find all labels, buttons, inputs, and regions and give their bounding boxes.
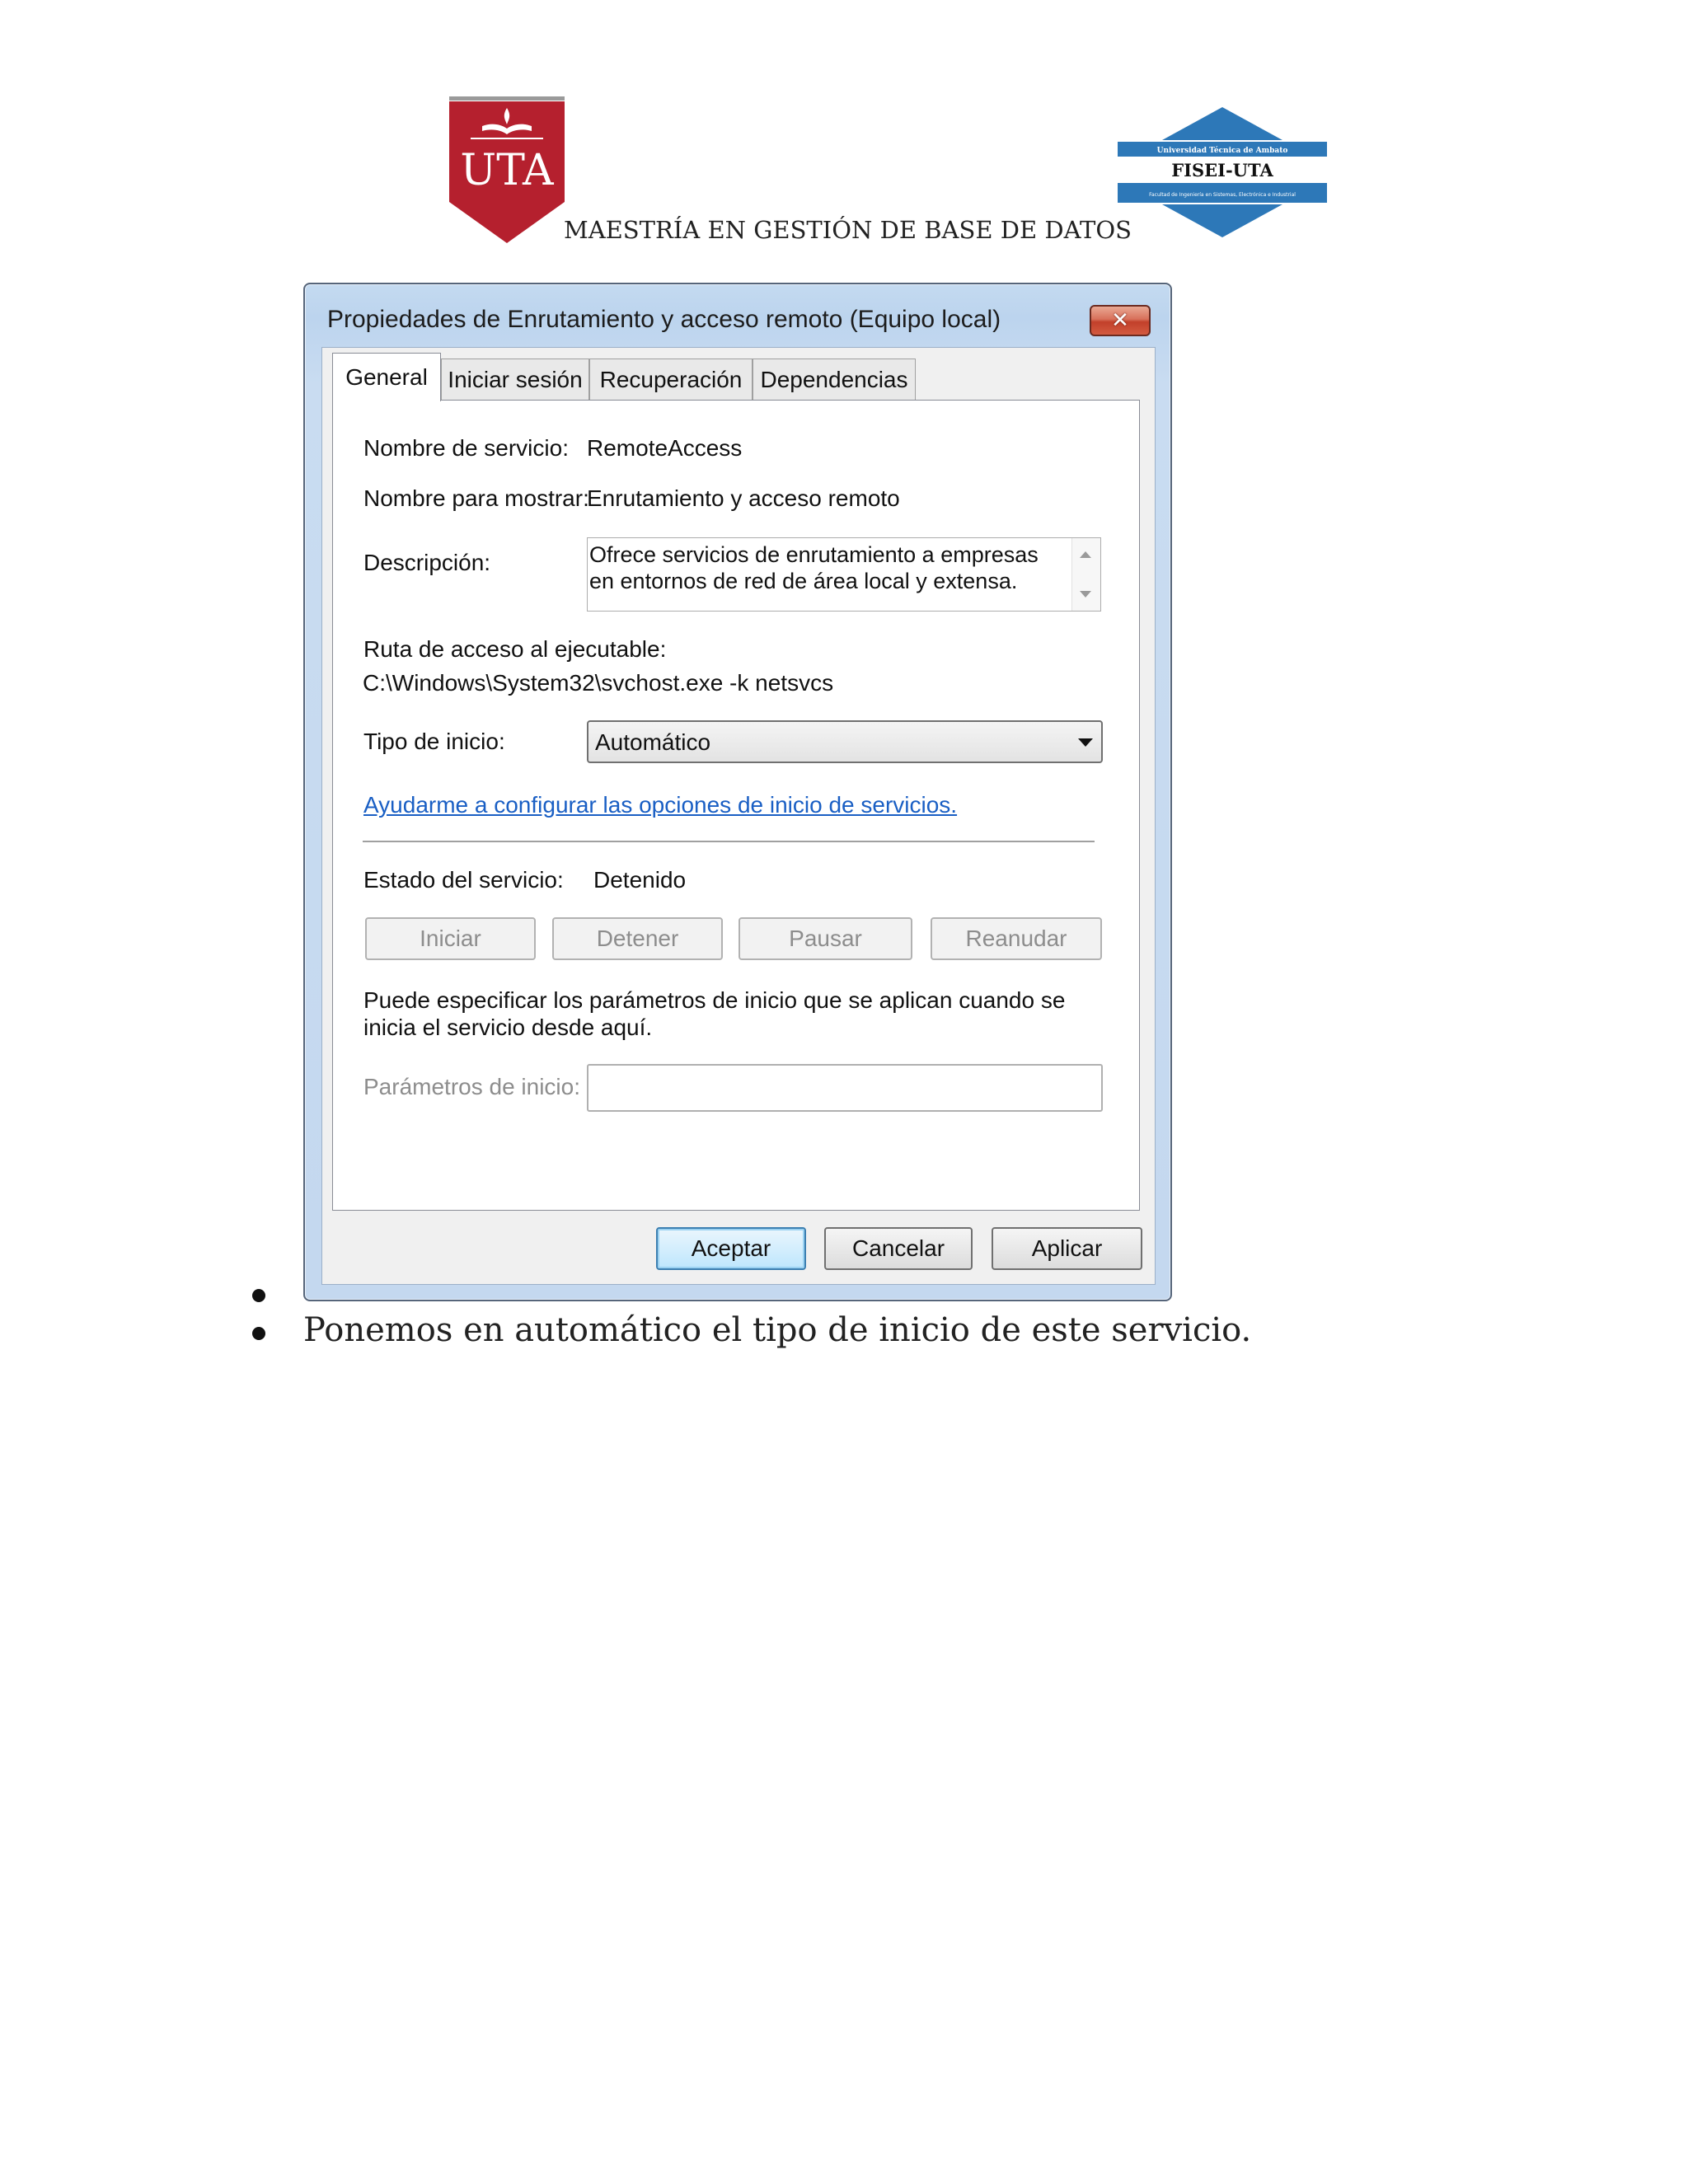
cancel-button[interactable]: Cancelar (824, 1227, 973, 1270)
description-scrollbar[interactable] (1071, 538, 1100, 611)
service-name-value: RemoteAccess (587, 435, 743, 461)
dropdown-arrow-icon (1078, 738, 1093, 747)
fisei-logo-line3: Facultad de Ingeniería en Sistemas, Elec… (1149, 192, 1296, 198)
scroll-up-icon[interactable] (1080, 551, 1091, 558)
description-label: Descripción: (363, 550, 491, 575)
apply-button[interactable]: Aplicar (992, 1227, 1142, 1270)
startup-type-value: Automático (595, 729, 711, 755)
fisei-logo-line1: Universidad Técnica de Ambato (1157, 146, 1288, 155)
document-header-caption: MAESTRÍA EN GESTIÓN DE BASE DE DATOS (564, 216, 1132, 244)
service-name-label: Nombre de servicio: (363, 435, 569, 461)
separator (363, 841, 1095, 843)
display-name-value: Enrutamiento y acceso remoto (587, 485, 900, 511)
bullet-marker (252, 1327, 265, 1340)
scroll-down-icon[interactable] (1080, 591, 1091, 598)
exe-path-label: Ruta de acceso al ejecutable: (363, 636, 667, 662)
service-status-label: Estado del servicio: (363, 867, 564, 893)
start-service-button[interactable]: Iniciar (365, 917, 536, 960)
uta-logo: UTA (449, 96, 565, 243)
description-box[interactable]: Ofrece servicios de enrutamiento a empre… (587, 537, 1101, 612)
fisei-uta-logo: Universidad Técnica de Ambato FISEI-UTA … (1118, 107, 1327, 237)
close-icon: ✕ (1111, 308, 1129, 333)
start-params-input[interactable] (587, 1064, 1103, 1112)
tab-iniciar-sesion[interactable]: Iniciar sesión (441, 359, 589, 400)
startup-type-label: Tipo de inicio: (363, 729, 505, 754)
pause-service-button[interactable]: Pausar (738, 917, 912, 960)
ok-button[interactable]: Aceptar (656, 1227, 806, 1270)
tab-dependencias[interactable]: Dependencias (753, 359, 916, 400)
start-params-note: Puede especificar los parámetros de inic… (363, 987, 1066, 1040)
resume-service-button[interactable]: Reanudar (931, 917, 1102, 960)
dialog-title: Propiedades de Enrutamiento y acceso rem… (327, 306, 1001, 333)
stop-service-button[interactable]: Detener (552, 917, 723, 960)
bullet-item-text: Ponemos en automático el tipo de inicio … (303, 1311, 1252, 1349)
help-startup-link[interactable]: Ayudarme a configurar las opciones de in… (363, 792, 957, 818)
service-status-value: Detenido (593, 867, 687, 893)
exe-path-value: C:\Windows\System32\svchost.exe -k netsv… (363, 670, 834, 696)
start-params-label: Parámetros de inicio: (363, 1074, 581, 1099)
startup-type-dropdown[interactable]: Automático (587, 720, 1103, 763)
tab-general[interactable]: General (332, 353, 441, 401)
tab-recuperacion[interactable]: Recuperación (589, 359, 753, 400)
display-name-label: Nombre para mostrar: (363, 485, 589, 511)
close-button[interactable]: ✕ (1090, 305, 1151, 336)
fisei-logo-line2: FISEI-UTA (1171, 160, 1273, 180)
uta-logo-text: UTA (460, 146, 555, 195)
description-text: Ofrece servicios de enrutamiento a empre… (589, 542, 1039, 593)
bullet-marker (252, 1289, 265, 1302)
